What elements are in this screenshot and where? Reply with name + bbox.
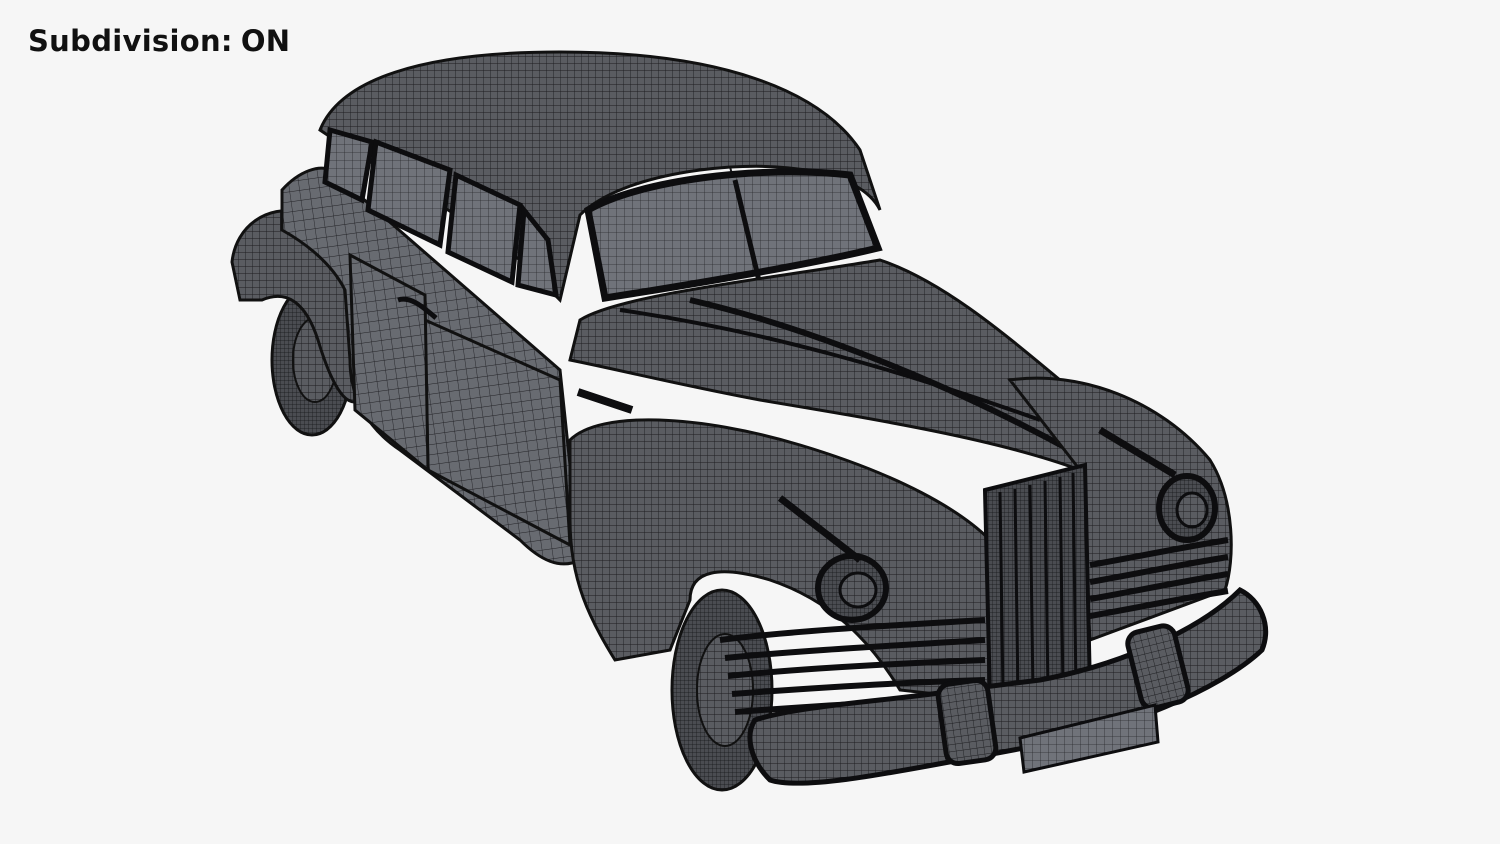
front-grille [982, 462, 1093, 703]
left-front-fender [568, 418, 992, 702]
car-wireframe-model [230, 50, 1269, 792]
subdivision-state: ON [240, 24, 291, 58]
subdivision-label: Subdivision: [28, 24, 233, 58]
subdivision-status-label: Subdivision: ON [28, 24, 290, 58]
side-trim [576, 388, 634, 414]
bumper-guard-left [935, 677, 999, 767]
render-viewport: Subdivision: ON [0, 0, 1500, 844]
